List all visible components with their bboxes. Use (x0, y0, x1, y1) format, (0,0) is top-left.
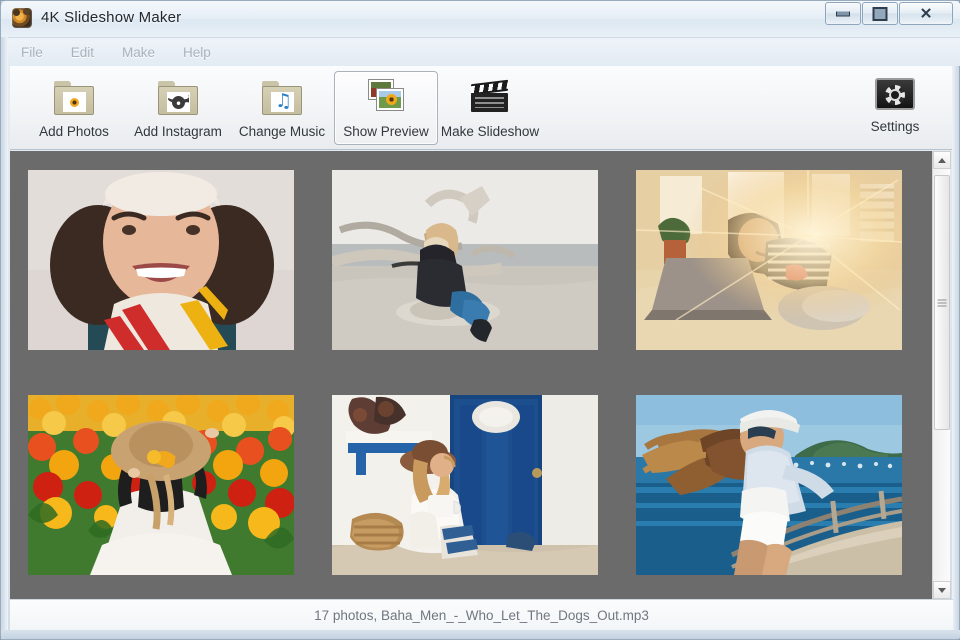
photo-grid (28, 170, 902, 575)
scroll-thumb[interactable] (934, 175, 950, 430)
change-music-button[interactable]: Change Music (230, 71, 334, 145)
menu-bar: File Edit Make Help (8, 37, 960, 66)
photo-thumbnail[interactable] (636, 170, 902, 350)
status-text: 17 photos, Baha_Men_-_Who_Let_The_Dogs_O… (314, 608, 649, 623)
window-bottom-edge (1, 630, 960, 639)
photo-thumbnail[interactable] (332, 395, 598, 575)
window-controls: ✕ (824, 2, 953, 25)
vertical-scrollbar[interactable] (932, 151, 950, 599)
window-left-edge (1, 1, 8, 639)
maximize-button[interactable] (862, 2, 898, 25)
add-instagram-label: Add Instagram (134, 124, 222, 139)
show-preview-label: Show Preview (343, 124, 429, 139)
scroll-up-arrow-icon (938, 158, 946, 163)
photo-thumbnail[interactable] (332, 170, 598, 350)
minimize-icon (836, 11, 850, 16)
woman-in-tulip-field-with-straw-hat (28, 395, 294, 575)
window-title: 4K Slideshow Maker (41, 9, 181, 26)
toolbar-buttons: Add Photos Add Instagram (22, 71, 542, 145)
folder-instagram-icon (156, 79, 200, 117)
change-music-label: Change Music (239, 124, 325, 139)
show-preview-button[interactable]: Show Preview (334, 71, 438, 145)
scroll-up-button[interactable] (933, 151, 951, 169)
woman-sitting-on-driftwood-at-beach (332, 170, 598, 350)
application-window: 4K Slideshow Maker ✕ File Edit Make Help (0, 0, 960, 640)
add-instagram-button[interactable]: Add Instagram (126, 71, 230, 145)
photo-thumbnail[interactable] (28, 395, 294, 575)
folder-music-icon (260, 79, 304, 117)
settings-label: Settings (871, 119, 920, 134)
photo-thumbnail[interactable] (636, 395, 902, 575)
close-icon: ✕ (920, 6, 933, 21)
woman-with-mug-by-blue-door (332, 395, 598, 575)
smiling-woman-in-beanie-and-scarf (28, 170, 294, 350)
minimize-button[interactable] (825, 2, 861, 25)
photo-thumbnail[interactable] (28, 170, 294, 350)
koala-app-icon (12, 8, 32, 28)
settings-monitor-gear-icon (875, 78, 915, 112)
scroll-down-button[interactable] (933, 581, 951, 599)
scroll-down-arrow-icon (938, 588, 946, 593)
preview-photos-icon (364, 79, 408, 117)
make-slideshow-button[interactable]: Make Slideshow (438, 71, 542, 145)
maximize-icon (873, 7, 888, 21)
status-bar: 17 photos, Baha_Men_-_Who_Let_The_Dogs_O… (10, 599, 953, 631)
clapperboard-icon (468, 79, 512, 117)
woman-with-laptop-on-bed-sunlight (636, 170, 902, 350)
menu-item-file[interactable]: File (21, 45, 43, 60)
close-button[interactable]: ✕ (899, 2, 953, 25)
scroll-grip-icon (938, 299, 947, 306)
folder-photo-icon (52, 79, 96, 117)
menu-item-edit[interactable]: Edit (71, 45, 94, 60)
window-right-edge (952, 1, 959, 639)
add-photos-button[interactable]: Add Photos (22, 71, 126, 145)
add-photos-label: Add Photos (39, 124, 109, 139)
title-bar[interactable]: 4K Slideshow Maker ✕ (1, 1, 960, 37)
menu-item-make[interactable]: Make (122, 45, 155, 60)
toolbar: Add Photos Add Instagram (10, 66, 952, 150)
make-slideshow-label: Make Slideshow (441, 124, 539, 139)
settings-button[interactable]: Settings (852, 71, 938, 145)
photo-grid-area (10, 151, 935, 599)
woman-on-boat-deck-by-the-sea (636, 395, 902, 575)
menu-item-help[interactable]: Help (183, 45, 211, 60)
